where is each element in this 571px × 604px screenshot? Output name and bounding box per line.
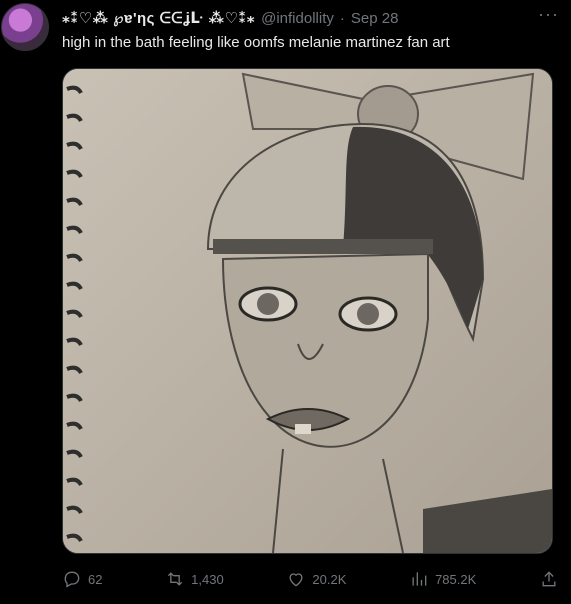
more-horizontal-icon[interactable]: ··· [538,5,559,23]
display-name[interactable]: ⁎⁑♡⁂ ℘ɐ'ƞς ᕮᕮʝᒷ ⁂♡⁑⁎ [62,9,255,27]
separator-dot: · [339,9,345,27]
repost-count: 1,430 [191,571,224,587]
share-button[interactable] [539,569,559,589]
repost-button[interactable]: 1,430 [165,569,224,589]
tweet-image[interactable] [62,68,553,554]
timestamp[interactable]: Sep 28 [351,10,399,27]
like-count: 20.2K [312,571,347,587]
views-icon [412,572,427,586]
user-handle[interactable]: @infidollity [261,10,334,27]
action-bar: 62 1,430 20.2K 785.2K [62,566,559,592]
views-count: 785.2K [435,571,477,587]
share-icon [542,571,556,587]
repost-icon [168,572,183,586]
reply-button[interactable]: 62 [62,569,102,589]
fan-art-sketch [63,69,552,553]
avatar[interactable] [1,3,49,51]
tweet-text: high in the bath feeling like oomfs mela… [62,34,450,51]
views-button[interactable]: 785.2K [409,569,476,589]
like-button[interactable]: 20.2K [286,569,346,589]
heart-icon [289,573,303,587]
tweet-header: ⁎⁑♡⁂ ℘ɐ'ƞς ᕮᕮʝᒷ ⁂♡⁑⁎ @infidollity · Sep … [62,6,559,30]
reply-count: 62 [88,571,103,587]
reply-icon [64,571,80,588]
